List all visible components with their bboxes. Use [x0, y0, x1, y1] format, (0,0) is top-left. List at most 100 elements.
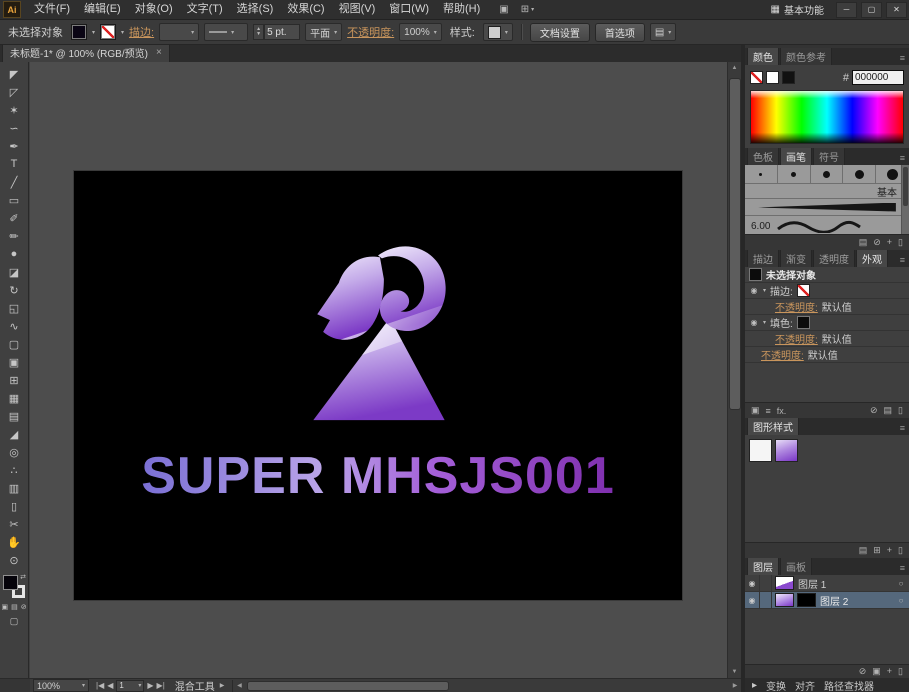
layer-row[interactable]: ◉ 图层 1 ○: [745, 575, 909, 592]
menu-window[interactable]: 窗口(W): [382, 0, 436, 19]
visibility-eye-icon[interactable]: ◉: [749, 318, 759, 327]
art-brush-row[interactable]: [745, 199, 909, 216]
horizontal-scroll-thumb[interactable]: [247, 680, 450, 691]
appearance-stroke-opacity-row[interactable]: 不透明度: 默认值: [745, 299, 909, 315]
delete-item-icon[interactable]: ▯: [898, 405, 903, 416]
step-down-icon[interactable]: ▼: [256, 32, 261, 37]
tab-artboards[interactable]: 画板: [780, 558, 812, 575]
bridge-icon[interactable]: ▣: [499, 4, 508, 15]
hand-tool[interactable]: ✋: [2, 533, 26, 551]
type-tool[interactable]: T: [2, 155, 26, 173]
remove-brush-stroke-icon[interactable]: ⊘: [873, 237, 881, 248]
close-tab-icon[interactable]: ×: [156, 47, 162, 58]
delete-style-icon[interactable]: ▯: [898, 545, 903, 556]
stroke-none-swatch[interactable]: [796, 284, 810, 297]
new-layer-icon[interactable]: +: [887, 666, 892, 677]
clear-appearance-icon[interactable]: ⊘: [870, 405, 878, 416]
shape-builder-tool[interactable]: ▣: [2, 353, 26, 371]
tab-align[interactable]: 对齐: [795, 678, 815, 692]
layer-thumbnail[interactable]: [775, 576, 794, 590]
opacity-dropdown[interactable]: 100% ▾: [399, 23, 442, 41]
width-profile-dropdown[interactable]: ▾: [204, 23, 249, 41]
tab-color[interactable]: 颜色: [747, 48, 779, 65]
next-artboard-button[interactable]: ▶: [147, 681, 153, 690]
menu-help[interactable]: 帮助(H): [436, 0, 487, 19]
stroke-weight-dropdown[interactable]: ▾: [159, 23, 200, 41]
menu-effect[interactable]: 效果(C): [280, 0, 331, 19]
appearance-fill-opacity-row[interactable]: 不透明度: 默认值: [745, 331, 909, 347]
panel-menu-icon[interactable]: ≡: [896, 53, 909, 65]
menu-file[interactable]: 文件(F): [27, 0, 77, 19]
new-stroke-icon[interactable]: ▣: [751, 405, 760, 416]
none-mode-icon[interactable]: ⊘: [21, 603, 27, 611]
paintbrush-tool[interactable]: ✐: [2, 209, 26, 227]
close-button[interactable]: ✕: [886, 1, 907, 18]
layer-visibility-icon[interactable]: ◉: [745, 592, 760, 608]
hex-value-input[interactable]: [852, 70, 904, 85]
panel-menu-icon[interactable]: ≡: [896, 153, 909, 165]
tab-pathfinder[interactable]: 路径查找器: [824, 678, 874, 692]
zoom-level-dropdown[interactable]: 100% ▾: [33, 679, 89, 692]
status-tool-indicator[interactable]: 混合工具 ▶: [175, 678, 225, 692]
opacity-link[interactable]: 不透明度:: [761, 347, 804, 362]
stepper-arrows-icon[interactable]: ▲ ▼: [253, 24, 265, 40]
tab-transform[interactable]: 变换: [766, 678, 786, 692]
chevron-down-icon[interactable]: ▾: [121, 29, 124, 36]
scroll-down-icon[interactable]: ▼: [732, 666, 738, 678]
menu-view[interactable]: 视图(V): [332, 0, 383, 19]
size-brush-row[interactable]: 6.00: [745, 216, 909, 236]
appearance-stroke-row[interactable]: ◉ ▾ 描边:: [745, 283, 909, 299]
ram-logo[interactable]: [299, 228, 457, 424]
new-fill-icon[interactable]: ≡: [766, 406, 771, 416]
brush-item[interactable]: [843, 165, 877, 183]
stroke-color-swatch[interactable]: [100, 24, 117, 40]
delete-layer-icon[interactable]: ▯: [898, 666, 903, 677]
previous-artboard-button[interactable]: ◀: [107, 681, 113, 690]
make-clipping-mask-icon[interactable]: ⊘: [859, 666, 867, 677]
layer-target-icon[interactable]: ○: [893, 596, 909, 605]
tab-symbols[interactable]: 符号: [813, 148, 845, 165]
perspective-grid-tool[interactable]: ⊞: [2, 371, 26, 389]
eraser-tool[interactable]: ◪: [2, 263, 26, 281]
tab-transparency[interactable]: 透明度: [813, 250, 855, 267]
direct-selection-tool[interactable]: ◸: [2, 83, 26, 101]
black-swatch[interactable]: [782, 71, 795, 84]
expand-panel-icon[interactable]: ▸: [752, 680, 757, 691]
scroll-up-icon[interactable]: ▲: [732, 62, 738, 74]
style-dropdown[interactable]: ▾: [482, 23, 513, 41]
width-tool[interactable]: ∿: [2, 317, 26, 335]
layer-name[interactable]: 图层 2: [816, 593, 893, 608]
fill-black-swatch[interactable]: [796, 316, 810, 329]
delete-brush-icon[interactable]: ▯: [898, 237, 903, 248]
symbol-sprayer-tool[interactable]: ∴: [2, 461, 26, 479]
layer-thumbnail[interactable]: [775, 593, 794, 607]
gradient-tool[interactable]: ▤: [2, 407, 26, 425]
scale-tool[interactable]: ◱: [2, 299, 26, 317]
layer-name[interactable]: 图层 1: [794, 576, 893, 591]
last-artboard-button[interactable]: ▶|: [157, 681, 165, 690]
tab-color-guide[interactable]: 颜色参考: [780, 48, 832, 65]
artboard-tool[interactable]: ▯: [2, 497, 26, 515]
screen-mode-button[interactable]: ▢: [10, 616, 19, 627]
artboard[interactable]: SUPER MHSJS001: [74, 171, 682, 600]
opacity-link[interactable]: 不透明度:: [775, 299, 818, 314]
blend-tool[interactable]: ◎: [2, 443, 26, 461]
panel-menu-icon[interactable]: ≡: [896, 423, 909, 435]
stroke-panel-link[interactable]: 描边:: [129, 24, 154, 40]
free-transform-tool[interactable]: ▢: [2, 335, 26, 353]
new-style-icon[interactable]: +: [887, 545, 892, 556]
appearance-fill-row[interactable]: ◉ ▾ 填色:: [745, 315, 909, 331]
brush-item[interactable]: [811, 165, 844, 183]
selection-tool[interactable]: ◤: [2, 65, 26, 83]
appearance-object-opacity-row[interactable]: 不透明度: 默认值: [745, 347, 909, 363]
scroll-right-icon[interactable]: ▶: [729, 682, 741, 689]
workspace-switcher[interactable]: ▦ 基本功能: [761, 2, 834, 17]
document-setup-button[interactable]: 文档设置: [529, 22, 590, 42]
lasso-tool[interactable]: ∽: [2, 119, 26, 137]
document-tab[interactable]: 未标题-1* @ 100% (RGB/预览) ×: [2, 42, 170, 62]
horizontal-scrollbar[interactable]: ◀ ▶: [232, 679, 741, 692]
layer-target-icon[interactable]: ○: [893, 579, 909, 588]
layer-lock-column[interactable]: [760, 575, 772, 591]
white-swatch[interactable]: [766, 71, 779, 84]
swap-fill-stroke-icon[interactable]: ⇄: [20, 573, 26, 581]
